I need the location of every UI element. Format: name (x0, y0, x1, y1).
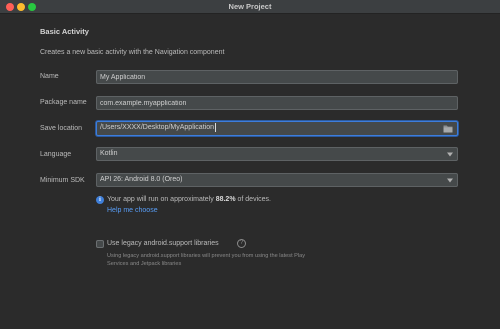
text-caret (215, 122, 216, 132)
info-icon: i (96, 196, 104, 204)
new-project-form: Basic Activity Creates a new basic activ… (0, 15, 500, 329)
minimum-sdk-dropdown[interactable]: API 26: Android 8.0 (Oreo) (96, 173, 458, 187)
name-input[interactable] (96, 70, 458, 84)
save-location-input[interactable]: /Users/XXXX/Desktop/MyApplication (96, 121, 458, 136)
name-label: Name (40, 73, 59, 80)
device-coverage-percent: 88.2% (215, 196, 236, 203)
help-icon[interactable]: ? (237, 239, 246, 248)
save-location-label: Save location (40, 125, 83, 132)
folder-icon[interactable] (443, 124, 453, 133)
legacy-support-checkbox[interactable] (96, 240, 104, 248)
chevron-down-icon (447, 152, 453, 157)
device-coverage-text: Your app will run on approximately 88.2%… (107, 196, 271, 203)
page-description: Creates a new basic activity with the Na… (40, 49, 225, 56)
device-coverage-prefix: Your app will run on approximately (107, 196, 216, 203)
page-heading: Basic Activity (40, 27, 89, 36)
save-location-value: /Users/XXXX/Desktop/MyApplication (100, 124, 214, 131)
legacy-support-label[interactable]: Use legacy android.support libraries (107, 240, 219, 247)
window-title: New Project (228, 2, 272, 11)
language-label: Language (40, 151, 72, 158)
minimum-sdk-selected: API 26: Android 8.0 (Oreo) (100, 176, 183, 183)
help-me-choose-link[interactable]: Help me choose (107, 207, 158, 214)
package-name-input[interactable] (96, 96, 458, 110)
language-selected: Kotlin (100, 150, 118, 157)
title-bar: New Project (0, 0, 500, 14)
language-dropdown[interactable]: Kotlin (96, 147, 458, 161)
legacy-support-hint: Using legacy android.support libraries w… (107, 253, 306, 267)
minimum-sdk-label: Minimum SDK (40, 177, 85, 184)
device-coverage-suffix: of devices. (235, 196, 271, 203)
package-name-label: Package name (40, 99, 87, 106)
chevron-down-icon (447, 178, 453, 183)
